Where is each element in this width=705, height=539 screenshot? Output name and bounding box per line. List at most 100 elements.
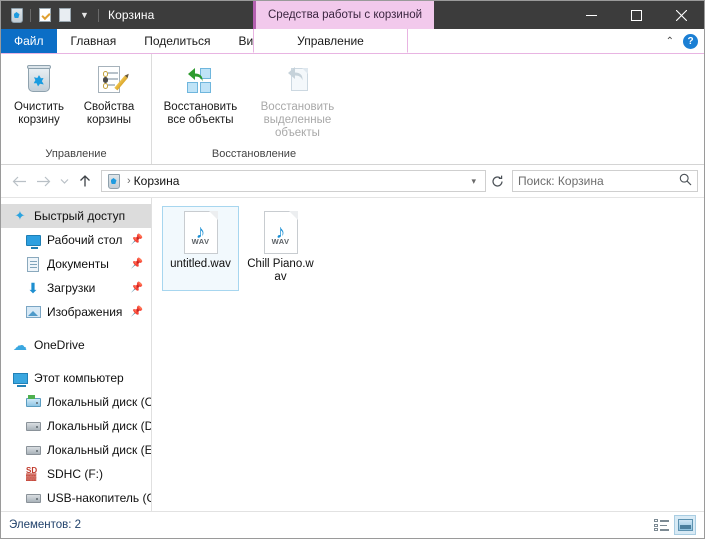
sidebar-item-drive-c[interactable]: Локальный диск (C <box>1 390 151 414</box>
minimize-button[interactable] <box>569 1 614 29</box>
help-icon[interactable]: ? <box>683 33 698 49</box>
computer-icon <box>12 370 28 387</box>
pin-icon[interactable]: 📌 <box>131 283 143 294</box>
drive-icon <box>25 442 41 458</box>
quick-access-toolbar: ▼ <box>1 7 101 24</box>
window-title: Корзина <box>108 8 155 22</box>
sidebar-item-label: Этот компьютер <box>34 371 124 385</box>
ribbon: Очистить корзину Свойства корзины Управл… <box>1 54 704 165</box>
status-bar: Элементов: 2 <box>1 511 704 538</box>
restore-all-icon <box>183 63 217 97</box>
arrow-left-icon[interactable] <box>7 169 31 193</box>
restore-selected-items-button: Восстановить выделенные объекты <box>243 60 352 143</box>
recycle-bin-icon <box>106 173 121 189</box>
search-icon[interactable] <box>679 173 692 189</box>
chevron-down-icon[interactable]: ▼ <box>76 7 93 24</box>
arrow-right-icon[interactable] <box>31 169 55 193</box>
maximize-button[interactable] <box>614 1 659 29</box>
empty-recycle-bin-button[interactable]: Очистить корзину <box>5 60 73 130</box>
sidebar-item-onedrive[interactable]: ☁ OneDrive <box>1 333 151 357</box>
title-bar: ▼ Корзина Средства работы с корзиной <box>1 1 704 29</box>
file-name: Chill Piano.wav <box>247 258 314 283</box>
pin-icon[interactable]: 📌 <box>131 307 143 318</box>
star-icon: ✦ <box>14 208 26 223</box>
sidebar-item-drive-e[interactable]: Локальный диск (E <box>1 438 151 462</box>
recycle-bin-icon[interactable] <box>8 7 25 24</box>
sidebar-item-quick-access[interactable]: ✦ Быстрый доступ <box>1 204 151 228</box>
sidebar-item-label: Загрузки <box>47 281 96 295</box>
address-field[interactable]: › Корзина ▾ <box>101 170 486 192</box>
sidebar-item-desktop[interactable]: Рабочий стол 📌 <box>1 228 151 252</box>
ribbon-group-restore: Восстановить все объекты Восстановить вы… <box>151 54 356 164</box>
desktop-icon <box>25 232 41 249</box>
button-label: Свойства корзины <box>83 101 135 126</box>
properties-icon <box>92 63 128 97</box>
breadcrumb-recycle-bin[interactable]: Корзина <box>134 174 180 188</box>
sidebar-item-label: Локальный диск (D <box>47 419 151 433</box>
ribbon-group-label: Управление <box>45 148 107 160</box>
properties-check-icon[interactable] <box>36 7 53 24</box>
address-bar: › Корзина ▾ Поиск: Корзина <box>1 165 704 197</box>
file-name: untitled.wav <box>170 258 231 270</box>
tab-file[interactable]: Файл <box>1 29 57 53</box>
refresh-icon[interactable] <box>486 170 508 192</box>
wav-file-icon: ♪ WAV <box>263 211 298 254</box>
main-area: ✦ Быстрый доступ Рабочий стол 📌 Документ… <box>1 197 704 511</box>
sidebar-item-label: SDHC (F:) <box>47 467 103 481</box>
sidebar-item-downloads[interactable]: ⬇ Загрузки 📌 <box>1 276 151 300</box>
chevron-up-icon[interactable]: ⌃ <box>666 36 674 47</box>
tab-share[interactable]: Поделиться <box>130 29 224 53</box>
button-label: Восстановить все объекты <box>163 101 238 126</box>
search-placeholder: Поиск: Корзина <box>518 174 604 188</box>
restore-selected-icon <box>280 63 314 97</box>
sidebar-item-label: Рабочий стол <box>47 233 123 247</box>
sidebar-item-label: Локальный диск (C <box>47 395 151 409</box>
drive-icon <box>25 418 41 434</box>
sidebar-item-label: USB-накопитель (G <box>47 491 151 505</box>
drive-icon <box>25 490 41 506</box>
large-icons-view-icon[interactable] <box>674 515 696 535</box>
ribbon-group-manage: Очистить корзину Свойства корзины Управл… <box>1 54 151 164</box>
file-type-badge: WAV <box>271 237 290 246</box>
details-view-icon[interactable] <box>650 515 672 535</box>
download-icon: ⬇ <box>27 280 39 296</box>
pictures-icon <box>25 304 41 320</box>
breadcrumb-separator: › <box>127 175 131 187</box>
restore-all-items-button[interactable]: Восстановить все объекты <box>160 60 241 130</box>
sidebar-item-label: Локальный диск (E <box>47 443 151 457</box>
close-button[interactable] <box>659 1 704 29</box>
pin-icon[interactable]: 📌 <box>131 259 143 270</box>
new-folder-icon[interactable] <box>56 7 73 24</box>
sidebar-item-drive-g[interactable]: USB-накопитель (G <box>1 486 151 510</box>
ribbon-tab-strip: Файл Главная Поделиться Вид Управление ⌃… <box>1 29 704 54</box>
item-count-label: Элементов: 2 <box>9 519 82 531</box>
recycle-bin-properties-button[interactable]: Свойства корзины <box>75 60 143 130</box>
list-item[interactable]: ♪ WAV Chill Piano.wav <box>242 206 319 291</box>
document-icon <box>25 256 41 272</box>
sidebar-item-this-pc[interactable]: Этот компьютер <box>1 366 151 390</box>
chevron-down-icon[interactable]: ▾ <box>466 176 481 187</box>
pin-icon[interactable]: 📌 <box>131 235 143 246</box>
button-label: Восстановить выделенные объекты <box>260 101 335 139</box>
sidebar-item-drive-d[interactable]: Локальный диск (D <box>1 414 151 438</box>
search-input[interactable]: Поиск: Корзина <box>512 170 698 192</box>
cloud-icon: ☁ <box>13 336 27 353</box>
sidebar-item-drive-f[interactable]: SD ▓▓ SDHC (F:) <box>1 462 151 486</box>
tab-home[interactable]: Главная <box>57 29 131 53</box>
ribbon-group-label: Восстановление <box>211 148 297 160</box>
toolbar-divider <box>98 8 99 22</box>
contextual-tab-header: Средства работы с корзиной <box>253 1 435 29</box>
ribbon-controls: ⌃ ? <box>666 29 698 53</box>
sidebar-item-pictures[interactable]: Изображения 📌 <box>1 300 151 324</box>
sidebar-item-label: OneDrive <box>34 338 85 352</box>
chevron-down-icon[interactable] <box>55 169 73 193</box>
recycle-bin-icon <box>22 63 56 97</box>
tab-manage[interactable]: Управление <box>253 29 408 53</box>
sidebar-item-documents[interactable]: Документы 📌 <box>1 252 151 276</box>
file-list-pane[interactable]: ♪ WAV untitled.wav ♪ WAV Chill Piano.wav <box>152 198 704 511</box>
arrow-up-icon[interactable] <box>73 169 97 193</box>
list-item[interactable]: ♪ WAV untitled.wav <box>162 206 239 291</box>
